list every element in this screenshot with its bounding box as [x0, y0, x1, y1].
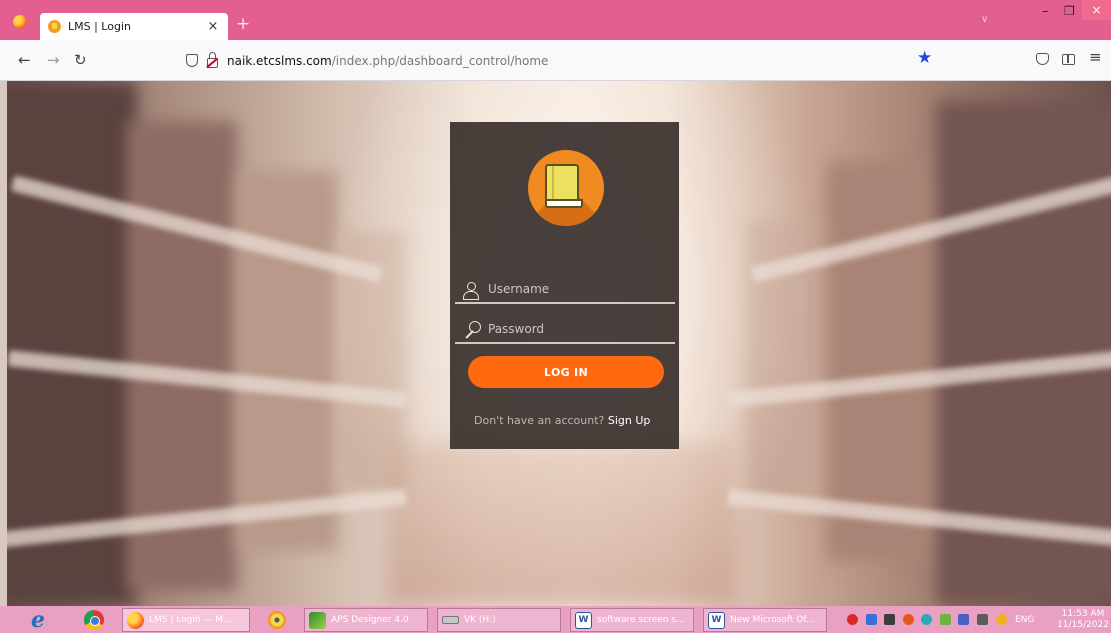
taskbar-item-word-doc[interactable]: New Microsoft Of... [703, 608, 827, 632]
taskbar-item-label: APS Designer 4.0 [331, 615, 409, 625]
library-aisle-floor [387, 441, 737, 606]
display-tray-icon[interactable] [884, 614, 895, 625]
password-field [455, 314, 675, 344]
internet-explorer-icon[interactable]: e [31, 609, 45, 631]
removable-drive-icon [442, 616, 459, 624]
window-minimize-button[interactable]: – [1042, 4, 1049, 19]
taskbar-item-firefox[interactable]: LMS | Login — M... [122, 608, 250, 632]
bookmark-star-icon[interactable]: ★ [917, 49, 932, 67]
back-icon[interactable]: ← [18, 51, 31, 69]
username-field [455, 274, 675, 304]
window-maximize-button[interactable]: ❐ [1064, 4, 1075, 18]
browser-nav-bar: ← → ↻ naik.etcslms.com/index.php/dashboa… [0, 40, 1111, 81]
update-tray-icon[interactable] [903, 614, 914, 625]
monitor-tray-icon[interactable] [958, 614, 969, 625]
taskbar-item-word-doc[interactable]: software screen s... [570, 608, 694, 632]
password-input[interactable] [488, 320, 668, 338]
antivirus-tray-icon[interactable] [847, 614, 858, 625]
taskbar-item-label: New Microsoft Of... [730, 615, 815, 625]
windows-taskbar: e LMS | Login — M... APS Designer 4.0 VK… [0, 606, 1111, 633]
disc-burner-icon[interactable] [268, 611, 286, 629]
word-document-icon [708, 611, 725, 629]
signup-link[interactable]: Sign Up [608, 414, 651, 427]
book-icon [545, 164, 585, 210]
network-tray-icon[interactable] [866, 614, 877, 625]
url-path: /index.php/dashboard_control/home [331, 53, 549, 68]
url-host: naik.etcslms.com [227, 53, 332, 68]
key-icon [463, 321, 481, 339]
tab-title: LMS | Login [68, 20, 131, 33]
clock-time: 11:53 AM [1061, 609, 1105, 619]
firefox-icon[interactable] [13, 15, 27, 29]
chat-tray-icon[interactable] [996, 614, 1007, 625]
lms-favicon-icon [48, 20, 61, 33]
language-indicator[interactable]: ENG [1015, 615, 1034, 625]
forward-icon[interactable]: → [47, 51, 60, 69]
aps-designer-icon [309, 611, 326, 629]
browser-title-bar: LMS | Login × + ∨ – ❐ × [0, 0, 1111, 40]
username-input[interactable] [488, 280, 668, 298]
lms-logo [528, 150, 604, 226]
signup-prompt: Don't have an account? Sign Up [474, 413, 654, 428]
tab-lms-login[interactable]: LMS | Login × [40, 13, 228, 40]
taskbar-item-label: LMS | Login — M... [149, 615, 232, 625]
search-tray-icon[interactable] [921, 614, 932, 625]
login-button[interactable]: LOG IN [468, 356, 664, 388]
taskbar-item-drive[interactable]: VK (H:) [437, 608, 561, 632]
window-close-button[interactable]: × [1082, 0, 1111, 20]
url-bar[interactable]: naik.etcslms.com/index.php/dashboard_con… [186, 47, 946, 74]
tab-close-icon[interactable]: × [206, 19, 220, 34]
menu-icon[interactable]: ≡ [1089, 48, 1102, 66]
new-tab-button[interactable]: + [236, 14, 250, 34]
url-text[interactable]: naik.etcslms.com/index.php/dashboard_con… [227, 54, 548, 68]
login-card: LOG IN Don't have an account? Sign Up [450, 122, 679, 449]
word-document-icon [575, 611, 592, 629]
taskbar-clock[interactable]: 11:53 AM 11/15/2022 [1055, 609, 1111, 631]
taskbar-item-aps-designer[interactable]: APS Designer 4.0 [304, 608, 428, 632]
volume-tray-icon[interactable] [977, 614, 988, 625]
usb-tray-icon[interactable] [940, 614, 951, 625]
taskbar-item-label: software screen s... [597, 615, 685, 625]
taskbar-item-label: VK (H:) [464, 615, 496, 625]
shield-icon[interactable] [186, 54, 198, 67]
reload-icon[interactable]: ↻ [74, 51, 87, 69]
book-cover [545, 164, 579, 202]
list-tabs-chevron-icon[interactable]: ∨ [981, 14, 988, 25]
insecure-lock-icon[interactable] [207, 51, 218, 68]
firefox-icon [127, 611, 144, 629]
sidebar-icon[interactable] [1062, 54, 1075, 65]
book-pages [545, 199, 583, 208]
chrome-icon[interactable] [84, 610, 104, 630]
bookshelf-left [237, 171, 337, 551]
user-icon [463, 282, 479, 300]
signup-prompt-text: Don't have an account? [474, 414, 605, 427]
clock-date: 11/15/2022 [1057, 620, 1109, 630]
